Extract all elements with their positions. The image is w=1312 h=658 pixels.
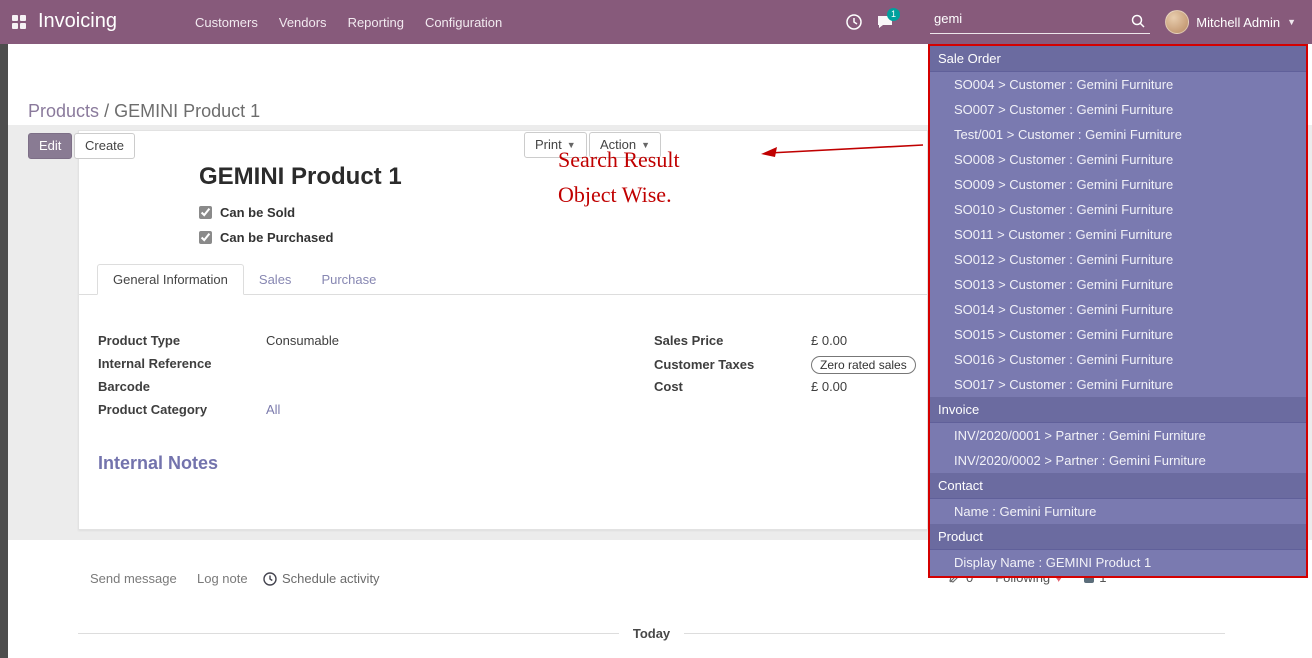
field-row: Sales Price £ 0.00: [654, 333, 916, 351]
divider-line: [684, 633, 1225, 634]
can-be-purchased-label: Can be Purchased: [220, 230, 333, 245]
search-result-item[interactable]: SO017 > Customer : Gemini Furniture: [930, 372, 1306, 397]
product-category-label: Product Category: [98, 402, 266, 417]
product-form-sheet: GEMINI Product 1 Can be Sold Can be Purc…: [78, 130, 928, 530]
customer-taxes-label: Customer Taxes: [654, 357, 811, 372]
internal-notes-heading: Internal Notes: [98, 453, 218, 474]
product-category-value[interactable]: All: [266, 402, 280, 417]
activities-clock-icon[interactable]: [845, 13, 863, 31]
annotation-arrow: [753, 139, 928, 163]
menu-vendors[interactable]: Vendors: [279, 15, 327, 30]
can-be-sold-row: Can be Sold: [199, 205, 295, 220]
can-be-sold-label: Can be Sold: [220, 205, 295, 220]
cost-label: Cost: [654, 379, 811, 394]
can-be-purchased-row: Can be Purchased: [199, 230, 333, 245]
search-results-dropdown: Sale Order SO004 > Customer : Gemini Fur…: [928, 44, 1308, 578]
customer-taxes-badge: Zero rated sales: [811, 356, 916, 374]
breadcrumb-products[interactable]: Products: [28, 101, 99, 121]
schedule-activity-link[interactable]: Schedule activity: [263, 571, 380, 586]
search-result-item[interactable]: INV/2020/0001 > Partner : Gemini Furnitu…: [930, 423, 1306, 448]
search-icon[interactable]: [1130, 13, 1146, 29]
group-header-sale-order: Sale Order: [930, 46, 1306, 72]
annotation-line2: Object Wise.: [558, 182, 672, 208]
barcode-label: Barcode: [98, 379, 266, 394]
field-row: Customer Taxes Zero rated sales: [654, 356, 916, 374]
search-result-item[interactable]: Display Name : GEMINI Product 1: [930, 550, 1306, 575]
right-field-group: Sales Price £ 0.00 Customer Taxes Zero r…: [654, 333, 916, 402]
group-header-product: Product: [930, 524, 1306, 550]
tab-sales[interactable]: Sales: [244, 265, 307, 294]
search-result-item[interactable]: SO015 > Customer : Gemini Furniture: [930, 322, 1306, 347]
app-title[interactable]: Invoicing: [38, 10, 117, 33]
search-result-item[interactable]: Test/001 > Customer : Gemini Furniture: [930, 122, 1306, 147]
log-note-link[interactable]: Log note: [197, 571, 248, 586]
cost-value: £ 0.00: [811, 379, 847, 394]
sales-price-value: £ 0.00: [811, 333, 847, 348]
top-navbar: Invoicing Customers Vendors Reporting Co…: [0, 0, 1312, 44]
breadcrumb-current: GEMINI Product 1: [114, 101, 260, 121]
annotation-line1: Search Result: [558, 147, 680, 173]
search-result-item[interactable]: SO008 > Customer : Gemini Furniture: [930, 147, 1306, 172]
field-row: Barcode: [98, 379, 339, 397]
menu-customers[interactable]: Customers: [195, 15, 258, 30]
group-header-contact: Contact: [930, 473, 1306, 499]
user-avatar: [1165, 10, 1189, 34]
search-result-item[interactable]: SO004 > Customer : Gemini Furniture: [930, 72, 1306, 97]
breadcrumb-separator: /: [104, 101, 109, 121]
search-result-item[interactable]: SO007 > Customer : Gemini Furniture: [930, 97, 1306, 122]
can-be-sold-checkbox[interactable]: [199, 206, 212, 219]
left-field-group: Product Type Consumable Internal Referen…: [98, 333, 339, 425]
group-header-invoice: Invoice: [930, 397, 1306, 423]
today-label: Today: [633, 626, 670, 641]
internal-reference-label: Internal Reference: [98, 356, 266, 371]
search-result-item[interactable]: SO012 > Customer : Gemini Furniture: [930, 247, 1306, 272]
tab-purchase[interactable]: Purchase: [306, 265, 391, 294]
product-type-value: Consumable: [266, 333, 339, 348]
messages-badge: 1: [887, 8, 900, 21]
search-result-item[interactable]: SO011 > Customer : Gemini Furniture: [930, 222, 1306, 247]
field-row: Product Type Consumable: [98, 333, 339, 351]
user-menu[interactable]: Mitchell Admin ▼: [1165, 0, 1296, 44]
menu-reporting[interactable]: Reporting: [348, 15, 404, 30]
search-result-item[interactable]: SO010 > Customer : Gemini Furniture: [930, 197, 1306, 222]
field-row: Cost £ 0.00: [654, 379, 916, 397]
search-input[interactable]: [930, 8, 1150, 34]
breadcrumb: Products / GEMINI Product 1: [28, 101, 260, 122]
chevron-down-icon: ▼: [1287, 17, 1296, 27]
sales-price-label: Sales Price: [654, 333, 811, 348]
navbar-menus: Customers Vendors Reporting Configuratio…: [195, 0, 502, 44]
today-divider: Today: [78, 626, 1225, 641]
tab-general-information[interactable]: General Information: [97, 264, 244, 295]
product-title: GEMINI Product 1: [199, 163, 402, 191]
global-search: [930, 8, 1150, 36]
product-type-label: Product Type: [98, 333, 266, 348]
clock-icon: [263, 572, 277, 586]
search-result-item[interactable]: SO013 > Customer : Gemini Furniture: [930, 272, 1306, 297]
can-be-purchased-checkbox[interactable]: [199, 231, 212, 244]
edit-button[interactable]: Edit: [28, 133, 72, 159]
search-result-item[interactable]: INV/2020/0002 > Partner : Gemini Furnitu…: [930, 448, 1306, 473]
search-result-item[interactable]: SO016 > Customer : Gemini Furniture: [930, 347, 1306, 372]
field-row: Internal Reference: [98, 356, 339, 374]
search-result-item[interactable]: SO009 > Customer : Gemini Furniture: [930, 172, 1306, 197]
schedule-activity-label: Schedule activity: [282, 571, 380, 586]
field-row: Product Category All: [98, 402, 339, 420]
divider-line: [78, 633, 619, 634]
form-tabs: General Information Sales Purchase: [79, 264, 927, 295]
apps-grid-icon[interactable]: [12, 15, 26, 29]
messages-icon[interactable]: 1: [876, 13, 894, 31]
send-message-link[interactable]: Send message: [90, 571, 177, 586]
user-name: Mitchell Admin: [1196, 15, 1280, 30]
window-edge: [0, 44, 8, 658]
search-result-item[interactable]: Name : Gemini Furniture: [930, 499, 1306, 524]
search-result-item[interactable]: SO014 > Customer : Gemini Furniture: [930, 297, 1306, 322]
create-button[interactable]: Create: [74, 133, 135, 159]
menu-configuration[interactable]: Configuration: [425, 15, 502, 30]
